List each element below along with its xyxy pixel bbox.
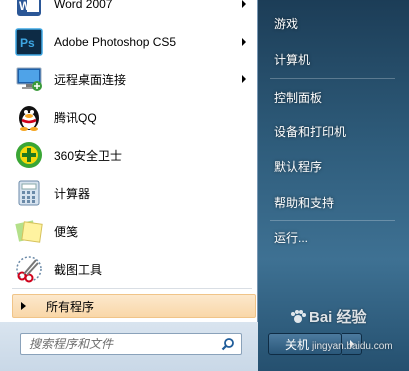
watermark: Bai 经验 [290,306,367,327]
submenu-arrow-icon[interactable] [242,38,246,46]
program-item-snipping-tool[interactable]: 截图工具 [10,251,254,287]
all-programs-label: 所有程序 [46,299,95,314]
submenu-arrow-icon[interactable] [242,0,246,8]
shutdown-label: 关机 [285,337,310,352]
menu-label: 设备和打印机 [274,124,347,139]
remote-desktop-icon [14,64,44,94]
submenu-arrow-icon[interactable] [242,75,246,83]
menu-item-help[interactable]: 帮助和支持 [266,190,396,214]
search-box[interactable] [20,333,242,355]
program-label: 腾讯QQ [54,110,97,125]
menu-item-devices-printers[interactable]: 设备和打印机 [266,119,396,143]
svg-text:W: W [19,0,31,13]
start-menu: W Word 2007 Ps Adobe Photoshop CS5 远程桌面连… [0,0,409,371]
program-label: 便笺 [54,224,79,239]
menu-separator [270,220,395,221]
search-icon[interactable] [221,337,235,351]
program-item-360[interactable]: 360安全卫士 [10,137,254,173]
watermark-url: jingyan.baidu.com [312,341,393,352]
menu-item-control-panel[interactable]: 控制面板 [266,85,396,109]
menu-item-computer[interactable]: 计算机 [266,47,396,71]
calculator-icon [14,178,44,208]
program-item-remote-desktop[interactable]: 远程桌面连接 [10,61,254,97]
menu-label: 计算机 [274,52,311,67]
menu-label: 帮助和支持 [274,195,335,210]
photoshop-icon: Ps [14,27,44,57]
search-input[interactable] [21,336,221,352]
program-item-word[interactable]: W Word 2007 [10,0,254,22]
program-label: Adobe Photoshop CS5 [54,35,177,49]
menu-item-run[interactable]: 运行... [266,225,396,249]
svg-text:Ps: Ps [20,36,35,50]
qq-penguin-icon [14,102,44,132]
snipping-tool-icon [14,254,44,284]
word-icon: W [14,0,44,19]
menu-label: 默认程序 [274,159,323,174]
menu-item-default-programs[interactable]: 默认程序 [266,154,396,178]
paw-icon [291,309,306,323]
sticky-notes-icon [14,216,44,246]
watermark-text: Bai 经验 [309,309,367,326]
menu-label: 游戏 [274,16,299,31]
menu-label: 控制面板 [274,90,323,105]
program-item-photoshop[interactable]: Ps Adobe Photoshop CS5 [10,24,254,60]
program-label: 计算器 [54,186,91,201]
programs-pane: W Word 2007 Ps Adobe Photoshop CS5 远程桌面连… [0,0,258,371]
menu-item-games[interactable]: 游戏 [266,11,396,35]
360-security-icon [14,140,44,170]
menu-separator [270,78,395,79]
program-label: 360安全卫士 [54,148,123,163]
program-label: 截图工具 [54,262,103,277]
divider [12,288,252,289]
program-item-sticky-notes[interactable]: 便笺 [10,213,254,249]
program-label: Word 2007 [54,0,113,11]
all-programs-button[interactable]: 所有程序 [12,294,256,318]
program-item-calculator[interactable]: 计算器 [10,175,254,211]
program-item-qq[interactable]: 腾讯QQ [10,99,254,135]
triangle-right-icon [21,302,26,310]
program-label: 远程桌面连接 [54,72,127,87]
menu-label: 运行... [274,230,309,245]
